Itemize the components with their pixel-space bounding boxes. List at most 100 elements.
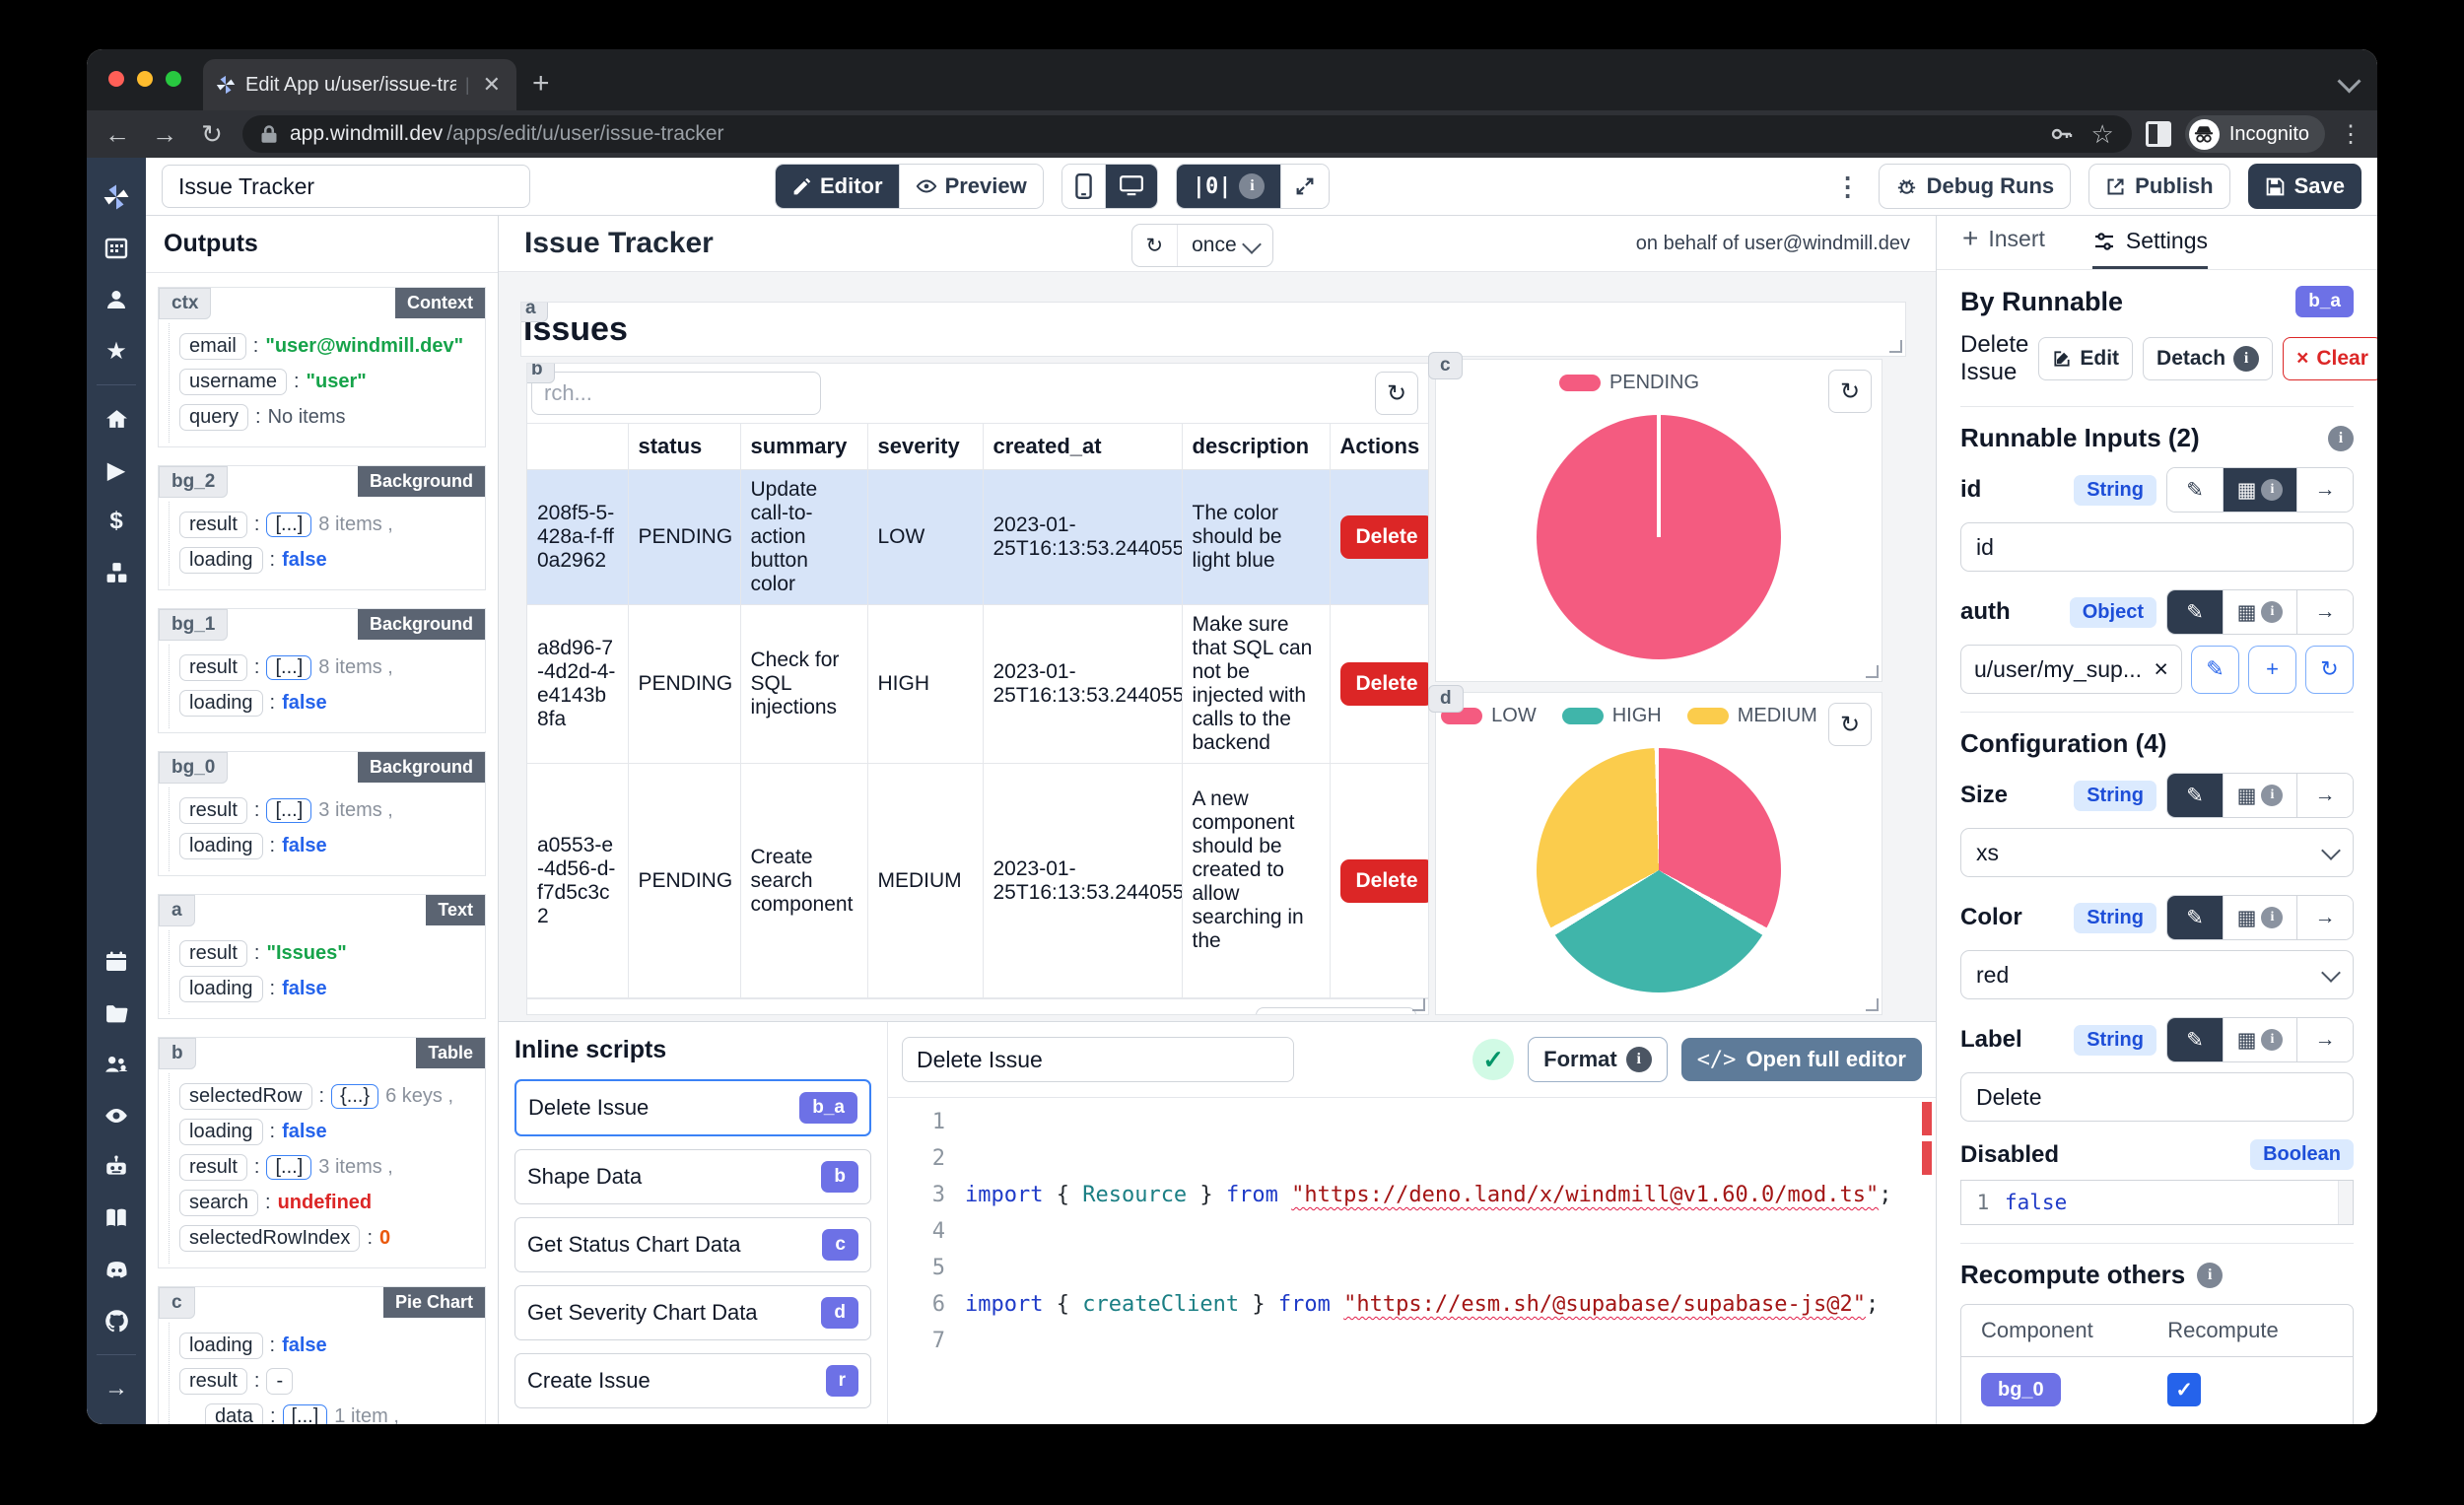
col-created-at[interactable]: created_at	[983, 424, 1182, 470]
table-row[interactable]: a0553-e-4d56-d-f7d5c3c2 PENDING Create s…	[527, 764, 1428, 998]
format-button[interactable]: Formati	[1528, 1037, 1668, 1082]
sidebar-item-favorites-icon[interactable]: ★	[87, 325, 146, 376]
table-search-input[interactable]: rch...	[531, 372, 821, 415]
output-key[interactable]: result	[179, 512, 247, 538]
output-key[interactable]: loading	[179, 976, 263, 1002]
text-component[interactable]: a Issues	[520, 302, 1906, 357]
color-select[interactable]: red	[1960, 950, 2354, 999]
output-key[interactable]: query	[179, 404, 248, 431]
recompute-checkbox[interactable]: ✓	[2167, 1373, 2201, 1406]
minimize-window-button[interactable]	[137, 71, 153, 87]
component-tag-d[interactable]: d	[1428, 685, 1464, 713]
browser-menu-icon[interactable]: ⋮	[2339, 120, 2363, 149]
eval-mode-button[interactable]: →	[2296, 1018, 2353, 1061]
collapse-pill[interactable]: -	[266, 1368, 293, 1395]
col-status[interactable]: status	[628, 424, 740, 470]
pie-chart-component-severity[interactable]: d LOW HIGH	[1435, 692, 1882, 1015]
col-description[interactable]: description	[1182, 424, 1330, 470]
sidebar-item-audit-eye-icon[interactable]	[87, 1090, 146, 1141]
component-tag-b[interactable]: b	[526, 363, 555, 383]
clear-button[interactable]: ×Clear	[2283, 337, 2377, 380]
component-tag[interactable]: a	[159, 895, 195, 926]
forward-icon[interactable]: →	[148, 119, 181, 150]
component-tag[interactable]: bg_1	[159, 609, 228, 641]
sidebar-item-discord-icon[interactable]	[87, 1244, 146, 1295]
browser-tab[interactable]: Edit App u/user/issue-tracker | ✕	[203, 59, 516, 110]
legend-item[interactable]: HIGH	[1562, 705, 1662, 727]
sidebar-item-schedules-icon[interactable]	[87, 936, 146, 988]
open-full-editor-button[interactable]: </> Open full editor	[1681, 1038, 1922, 1081]
component-tag-a[interactable]: a	[520, 302, 548, 322]
col-id[interactable]	[527, 424, 628, 470]
windmill-logo[interactable]	[87, 171, 146, 223]
new-tab-button[interactable]: +	[532, 67, 550, 101]
address-bar[interactable]: app.windmill.dev/apps/edit/u/user/issue-…	[242, 115, 2132, 153]
connect-mode-button[interactable]: ▦i	[2223, 468, 2296, 512]
connect-mode-button[interactable]: ▦i	[2223, 774, 2296, 817]
more-options-icon[interactable]: ⋮	[1835, 171, 1861, 202]
sidebar-item-github-icon[interactable]	[87, 1295, 146, 1346]
component-tag[interactable]: bg_0	[159, 752, 228, 784]
eval-mode-button[interactable]: →	[2296, 774, 2353, 817]
download-button[interactable]: Download	[1256, 1007, 1416, 1015]
reload-icon[interactable]: ↻	[195, 119, 229, 150]
code-editor[interactable]: 1234567 import { Resource } from "https:…	[888, 1098, 1936, 1424]
script-item-severity-chart[interactable]: Get Severity Chart Datad	[514, 1285, 871, 1340]
table-refresh-button[interactable]: ↻	[1375, 372, 1418, 415]
info-icon[interactable]: i	[2328, 426, 2354, 451]
connect-mode-button[interactable]: ▦i	[2223, 896, 2296, 939]
output-key[interactable]: result	[179, 654, 247, 681]
password-key-icon[interactable]	[2050, 122, 2074, 146]
static-mode-button[interactable]: ✎	[2167, 896, 2223, 939]
component-badge[interactable]: bg_0	[1981, 1373, 2061, 1406]
refresh-app-button[interactable]: ↻	[1132, 225, 1178, 266]
output-key[interactable]: loading	[179, 1333, 263, 1359]
component-tag[interactable]: b	[159, 1038, 196, 1069]
array-pill[interactable]: [...]	[266, 513, 311, 537]
output-inspector-button[interactable]: |0| i	[1177, 165, 1281, 208]
sidebar-item-resources-icon[interactable]	[87, 547, 146, 598]
component-tag[interactable]: c	[159, 1287, 195, 1319]
bookmark-star-icon[interactable]: ☆	[2091, 119, 2114, 150]
output-key[interactable]: email	[179, 333, 246, 360]
clear-resource-icon[interactable]: ×	[2154, 655, 2168, 684]
script-item-create-issue[interactable]: Create Issuer	[514, 1353, 871, 1408]
delete-row-button[interactable]: Delete	[1340, 859, 1429, 903]
eval-mode-button[interactable]: →	[2296, 468, 2353, 512]
object-pill[interactable]: {...}	[331, 1084, 378, 1109]
output-key[interactable]: loading	[179, 690, 263, 717]
output-key[interactable]: result	[179, 797, 247, 824]
sidebar-item-runs-icon[interactable]: ▶	[87, 445, 146, 496]
resize-handle[interactable]	[1889, 340, 1902, 353]
label-value-input[interactable]: Delete	[1960, 1072, 2354, 1122]
script-item-status-chart[interactable]: Get Status Chart Datac	[514, 1217, 871, 1272]
back-icon[interactable]: ←	[101, 119, 134, 150]
resize-handle[interactable]	[1866, 998, 1879, 1011]
disabled-expression-editor[interactable]: 1 false	[1960, 1180, 2354, 1225]
edit-runnable-button[interactable]: Edit	[2038, 337, 2133, 380]
output-key[interactable]: loading	[179, 833, 263, 859]
tab-search-chevron-icon[interactable]	[2337, 69, 2361, 93]
sidebar-collapse-arrow-icon[interactable]: →	[87, 1363, 146, 1414]
col-summary[interactable]: summary	[740, 424, 867, 470]
split-view-icon[interactable]	[2146, 121, 2171, 147]
connect-mode-button[interactable]: ▦i	[2223, 1018, 2296, 1061]
script-name-input[interactable]: Delete Issue	[902, 1037, 1294, 1082]
output-key[interactable]: result	[179, 1154, 247, 1181]
sidebar-item-variables-icon[interactable]: $	[87, 496, 146, 547]
col-actions[interactable]: Actions	[1330, 424, 1428, 470]
legend-item[interactable]: PENDING	[1559, 372, 1699, 394]
component-tag[interactable]: bg_2	[159, 466, 228, 498]
table-row[interactable]: a8d96-7-4d2d-4-e4143b8fa PENDING Check f…	[527, 605, 1428, 764]
output-key[interactable]: search	[179, 1190, 258, 1216]
fullscreen-button[interactable]	[1280, 165, 1329, 208]
legend-item[interactable]: MEDIUM	[1687, 705, 1817, 727]
tab-settings[interactable]: Settings	[2092, 228, 2208, 269]
output-key[interactable]: selectedRowIndex	[179, 1225, 360, 1252]
chart-refresh-button[interactable]: ↻	[1828, 703, 1872, 746]
array-pill[interactable]: [...]	[266, 655, 311, 680]
info-icon[interactable]: i	[2197, 1263, 2223, 1288]
eval-mode-button[interactable]: →	[2296, 896, 2353, 939]
tab-insert[interactable]: + Insert	[1962, 223, 2045, 269]
table-row[interactable]: 208f5-5-428a-f-ff0a2962 PENDING Update c…	[527, 470, 1428, 605]
